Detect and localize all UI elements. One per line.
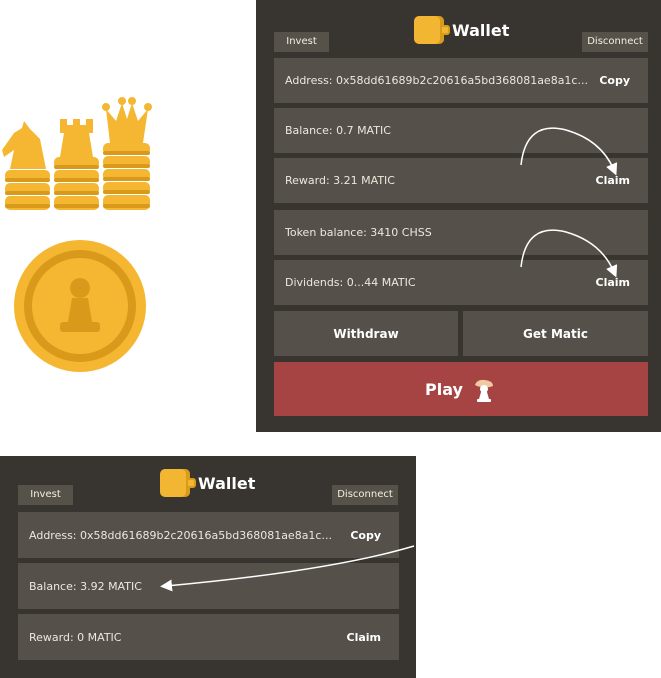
dividends-text: Dividends: 0...44 MATIC: [285, 276, 416, 289]
hand-pawn-icon: [474, 379, 493, 402]
dividends-claim-button[interactable]: Claim: [596, 276, 631, 289]
reward-row: Reward: 3.21 MATIC Claim: [274, 158, 648, 203]
address-row: Address: 0x58dd61689b2c20616a5bd368081ae…: [274, 58, 648, 103]
wallet-header: Wallet: [414, 16, 509, 44]
copy-button[interactable]: Copy: [350, 529, 381, 542]
balance-text: Balance: 3.92 MATIC: [29, 579, 142, 593]
token-balance-text: Token balance: 3410 CHSS: [285, 226, 432, 239]
wallet-title: Wallet: [198, 473, 256, 493]
reward-claim-button[interactable]: Claim: [596, 174, 631, 187]
address-text: Address: 0x58dd61689b2c20616a5bd368081ae…: [285, 74, 588, 87]
balance-row: Balance: 0.7 MATIC: [274, 108, 648, 153]
reward-text: Reward: 3.21 MATIC: [285, 174, 395, 187]
wallet-icon: [414, 16, 450, 44]
play-button[interactable]: Play: [274, 362, 648, 416]
pawn-coin-icon: [14, 240, 146, 372]
reward-text: Reward: 0 MATIC: [29, 630, 122, 644]
get-matic-button[interactable]: Get Matic: [463, 311, 648, 356]
reward-row: Reward: 0 MATIC Claim: [18, 614, 399, 660]
balance-row: Balance: 3.92 MATIC: [18, 563, 399, 609]
disconnect-button[interactable]: Disconnect: [582, 32, 648, 52]
chess-pieces-icon: [2, 97, 152, 210]
reward-claim-button[interactable]: Claim: [347, 631, 382, 644]
wallet-header: Wallet: [160, 469, 255, 497]
balance-text: Balance: 0.7 MATIC: [285, 124, 391, 137]
invest-button[interactable]: Invest: [18, 485, 73, 505]
address-text: Address: 0x58dd61689b2c20616a5bd368081ae…: [29, 528, 332, 542]
copy-button[interactable]: Copy: [599, 74, 630, 87]
disconnect-button[interactable]: Disconnect: [332, 485, 398, 505]
address-row: Address: 0x58dd61689b2c20616a5bd368081ae…: [18, 512, 399, 558]
wallet-panel-bottom: Invest Wallet Disconnect Address: 0x58dd…: [0, 456, 416, 678]
play-label: Play: [425, 379, 463, 399]
invest-button[interactable]: Invest: [274, 32, 329, 52]
withdraw-button[interactable]: Withdraw: [274, 311, 458, 356]
token-balance-row: Token balance: 3410 CHSS: [274, 210, 648, 255]
wallet-panel-top: Invest Wallet Disconnect Address: 0x58dd…: [256, 0, 661, 432]
wallet-title: Wallet: [452, 20, 510, 40]
wallet-icon: [160, 469, 196, 497]
dividends-row: Dividends: 0...44 MATIC Claim: [274, 260, 648, 305]
